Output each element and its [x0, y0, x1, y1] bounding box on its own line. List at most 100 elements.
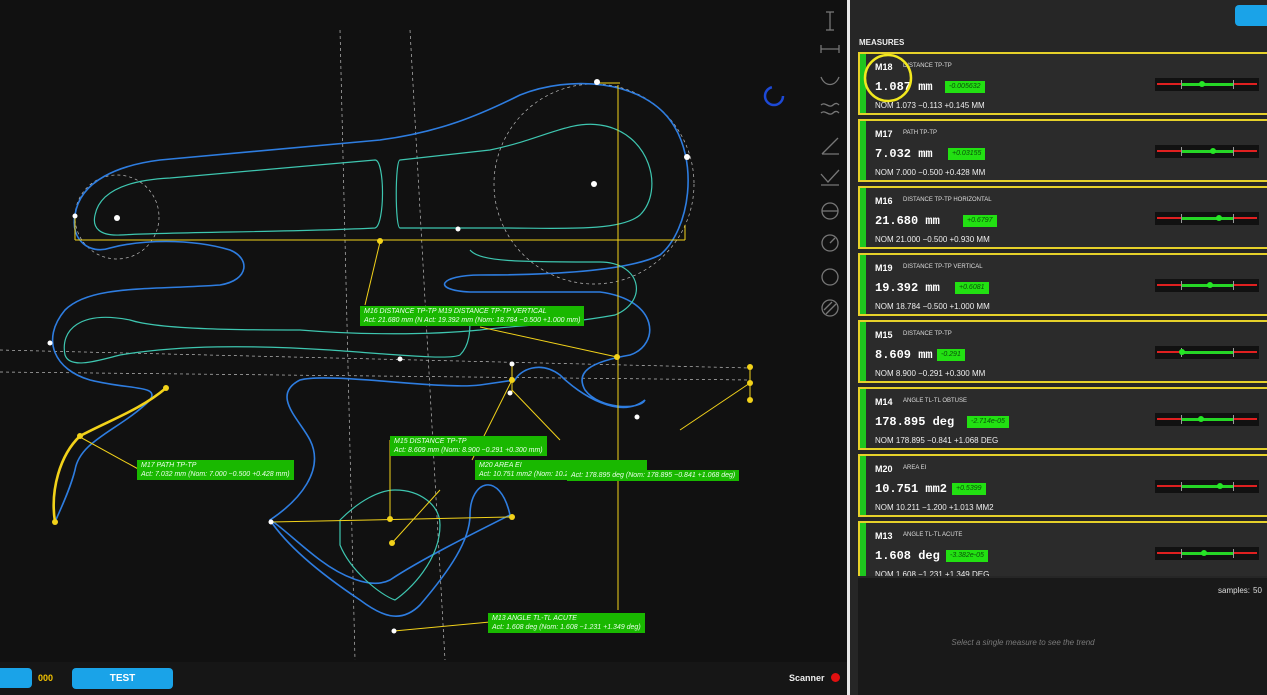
callout-m15[interactable]: M15 DISTANCE TP-TP Act: 8.609 mm (Nom: 8… — [390, 436, 547, 456]
test-button[interactable]: TEST — [72, 668, 173, 689]
hatch-icon[interactable] — [815, 297, 845, 319]
part-counter: 000 — [38, 673, 54, 683]
app-window: M16 DISTANCE TP-TP M19 DISTANCE TP-TP VE… — [0, 0, 1267, 695]
tolerance-gauge — [1155, 279, 1259, 292]
trend-hint: Select a single measure to see the trend — [951, 638, 1095, 647]
outer-contour — [51, 82, 689, 617]
callout-m16-m19[interactable]: M16 DISTANCE TP-TP M19 DISTANCE TP-TP VE… — [360, 306, 585, 326]
measure-value: 1.608 deg — [875, 549, 940, 563]
gauge-marker — [1216, 215, 1222, 221]
status-bar — [860, 523, 866, 576]
measure-type: AREA EI — [903, 465, 927, 471]
nominal-tolerance: NOM 21.000 −0.500 +0.930 MM — [875, 235, 990, 244]
callout-m13[interactable]: M13 ANGLE TL-TL ACUTE Act: 1.608 deg (No… — [488, 613, 645, 633]
measure-type: PATH TP-TP — [903, 130, 938, 136]
measure-card[interactable]: M15 DISTANCE TP-TP 8.609 mm -0.291 NOM 8.900… — [858, 320, 1267, 383]
samples-label: samples: — [1218, 586, 1251, 595]
nominal-tolerance: NOM 10.211 −1.200 +1.013 MM2 — [875, 503, 994, 512]
gauge-icon[interactable] — [815, 232, 845, 254]
loading-spinner — [763, 85, 785, 107]
horizontal-distance-icon[interactable] — [815, 38, 845, 60]
profile-canvas[interactable]: M16 DISTANCE TP-TP M19 DISTANCE TP-TP VE… — [0, 0, 847, 662]
measure-value: 10.751 mm2 — [875, 482, 948, 496]
measures-panel: MEASURES M18 DISTANCE TP-TP 1.087 mm -0.005… — [850, 0, 1267, 695]
deviation-badge: -0.005632 — [945, 81, 985, 93]
gauge-marker — [1201, 550, 1207, 556]
measure-value: 21.680 mm — [875, 214, 940, 228]
deviation-badge: -2.714e-05 — [967, 416, 1009, 428]
measure-value: 19.392 mm — [875, 281, 940, 295]
nominal-tolerance: NOM 18.784 −0.500 +1.000 MM — [875, 302, 990, 311]
angle-check-icon[interactable] — [815, 166, 845, 188]
gauge-marker — [1198, 416, 1204, 422]
panel-action-button[interactable] — [1235, 5, 1267, 26]
measure-id: M14 — [875, 397, 893, 407]
deviation-badge: +0.03155 — [948, 148, 986, 160]
measures-heading: MEASURES — [859, 38, 905, 47]
arc-icon[interactable] — [815, 70, 845, 92]
status-bar — [860, 456, 866, 515]
status-bar — [860, 322, 866, 381]
status-bar — [860, 389, 866, 448]
gauge-marker — [1210, 148, 1216, 154]
measure-geometry — [52, 82, 751, 632]
gauge-marker — [1207, 282, 1213, 288]
scanner-status-led — [831, 673, 840, 682]
tolerance-gauge — [1155, 346, 1259, 359]
callout-m17[interactable]: M17 PATH TP-TP Act: 7.032 mm (Nom: 7.000… — [137, 460, 294, 480]
measure-id: M13 — [875, 531, 893, 541]
trend-area: samples: 50 Select a single measure to s… — [858, 578, 1267, 695]
measure-card[interactable]: M14 ANGLE TL-TL OBTUSE 178.895 deg -2.714e-… — [858, 387, 1267, 450]
deviation-badge: -3.382e-05 — [946, 550, 988, 562]
tolerance-gauge — [1155, 78, 1259, 91]
tolerance-gauge — [1155, 145, 1259, 158]
measure-value: 178.895 deg — [875, 415, 955, 429]
nominal-tolerance: NOM 1.608 −1.231 +1.349 DEG — [875, 570, 990, 576]
gauge-marker — [1217, 483, 1223, 489]
measure-id: M15 — [875, 330, 893, 340]
deviation-badge: +0.6797 — [963, 215, 997, 227]
tolerance-gauge — [1155, 212, 1259, 225]
measure-card[interactable]: M16 DISTANCE TP-TP HORIZONTAL 21.680 mm +0.… — [858, 186, 1267, 249]
gauge-marker — [1199, 81, 1205, 87]
measure-value: 7.032 mm — [875, 147, 933, 161]
gauge-marker — [1179, 349, 1185, 355]
measure-id: M17 — [875, 129, 893, 139]
status-bar — [860, 188, 866, 247]
scanner-label: Scanner — [789, 673, 825, 683]
wave-icon[interactable] — [815, 98, 845, 120]
samples-value[interactable]: 50 — [1253, 586, 1262, 595]
measure-card[interactable]: M17 PATH TP-TP 7.032 mm +0.03155 NOM 7.000 −… — [858, 119, 1267, 182]
status-bar — [860, 255, 866, 314]
measure-id: M19 — [875, 263, 893, 273]
circle-line-icon[interactable] — [815, 200, 845, 222]
inner-contour — [63, 123, 653, 601]
tolerance-gauge — [1155, 480, 1259, 493]
bottom-bar: 000 TEST Scanner — [0, 662, 847, 695]
deviation-badge: -0.291 — [937, 349, 965, 361]
measure-tool-strip — [815, 0, 845, 330]
measure-list[interactable]: M18 DISTANCE TP-TP 1.087 mm -0.005632 NOM 1.… — [858, 52, 1267, 576]
measure-value: 8.609 mm — [875, 348, 933, 362]
nominal-tolerance: NOM 178.895 −0.841 +1.068 DEG — [875, 436, 999, 445]
tolerance-gauge — [1155, 547, 1259, 560]
circle-icon[interactable] — [815, 266, 845, 288]
vertical-distance-icon[interactable] — [815, 10, 845, 32]
mode-button[interactable] — [0, 668, 32, 688]
measure-type: DISTANCE TP-TP HORIZONTAL — [903, 197, 992, 203]
angle-icon[interactable] — [815, 135, 845, 157]
measure-card[interactable]: M13 ANGLE TL-TL ACUTE 1.608 deg -3.382e-05 N… — [858, 521, 1267, 576]
tolerance-gauge — [1155, 413, 1259, 426]
nominal-tolerance: NOM 7.000 −0.500 +0.428 MM — [875, 168, 986, 177]
measure-card[interactable]: M19 DISTANCE TP-TP VERTICAL 19.392 mm +0.60… — [858, 253, 1267, 316]
deviation-badge: +0.5399 — [952, 483, 986, 495]
measure-type: DISTANCE TP-TP — [903, 331, 952, 337]
callout-m14[interactable]: Act: 178.895 deg (Nom: 178.895 −0.841 +1… — [567, 470, 740, 481]
measure-type: ANGLE TL-TL OBTUSE — [903, 398, 968, 404]
measure-id: M16 — [875, 196, 893, 206]
profile-drawing — [0, 29, 785, 661]
measure-type: DISTANCE TP-TP VERTICAL — [903, 264, 983, 270]
measure-card[interactable]: M20 AREA EI 10.751 mm2 +0.5399 NOM 10.211 −1… — [858, 454, 1267, 517]
status-bar — [860, 121, 866, 180]
reference-lines — [0, 29, 751, 661]
